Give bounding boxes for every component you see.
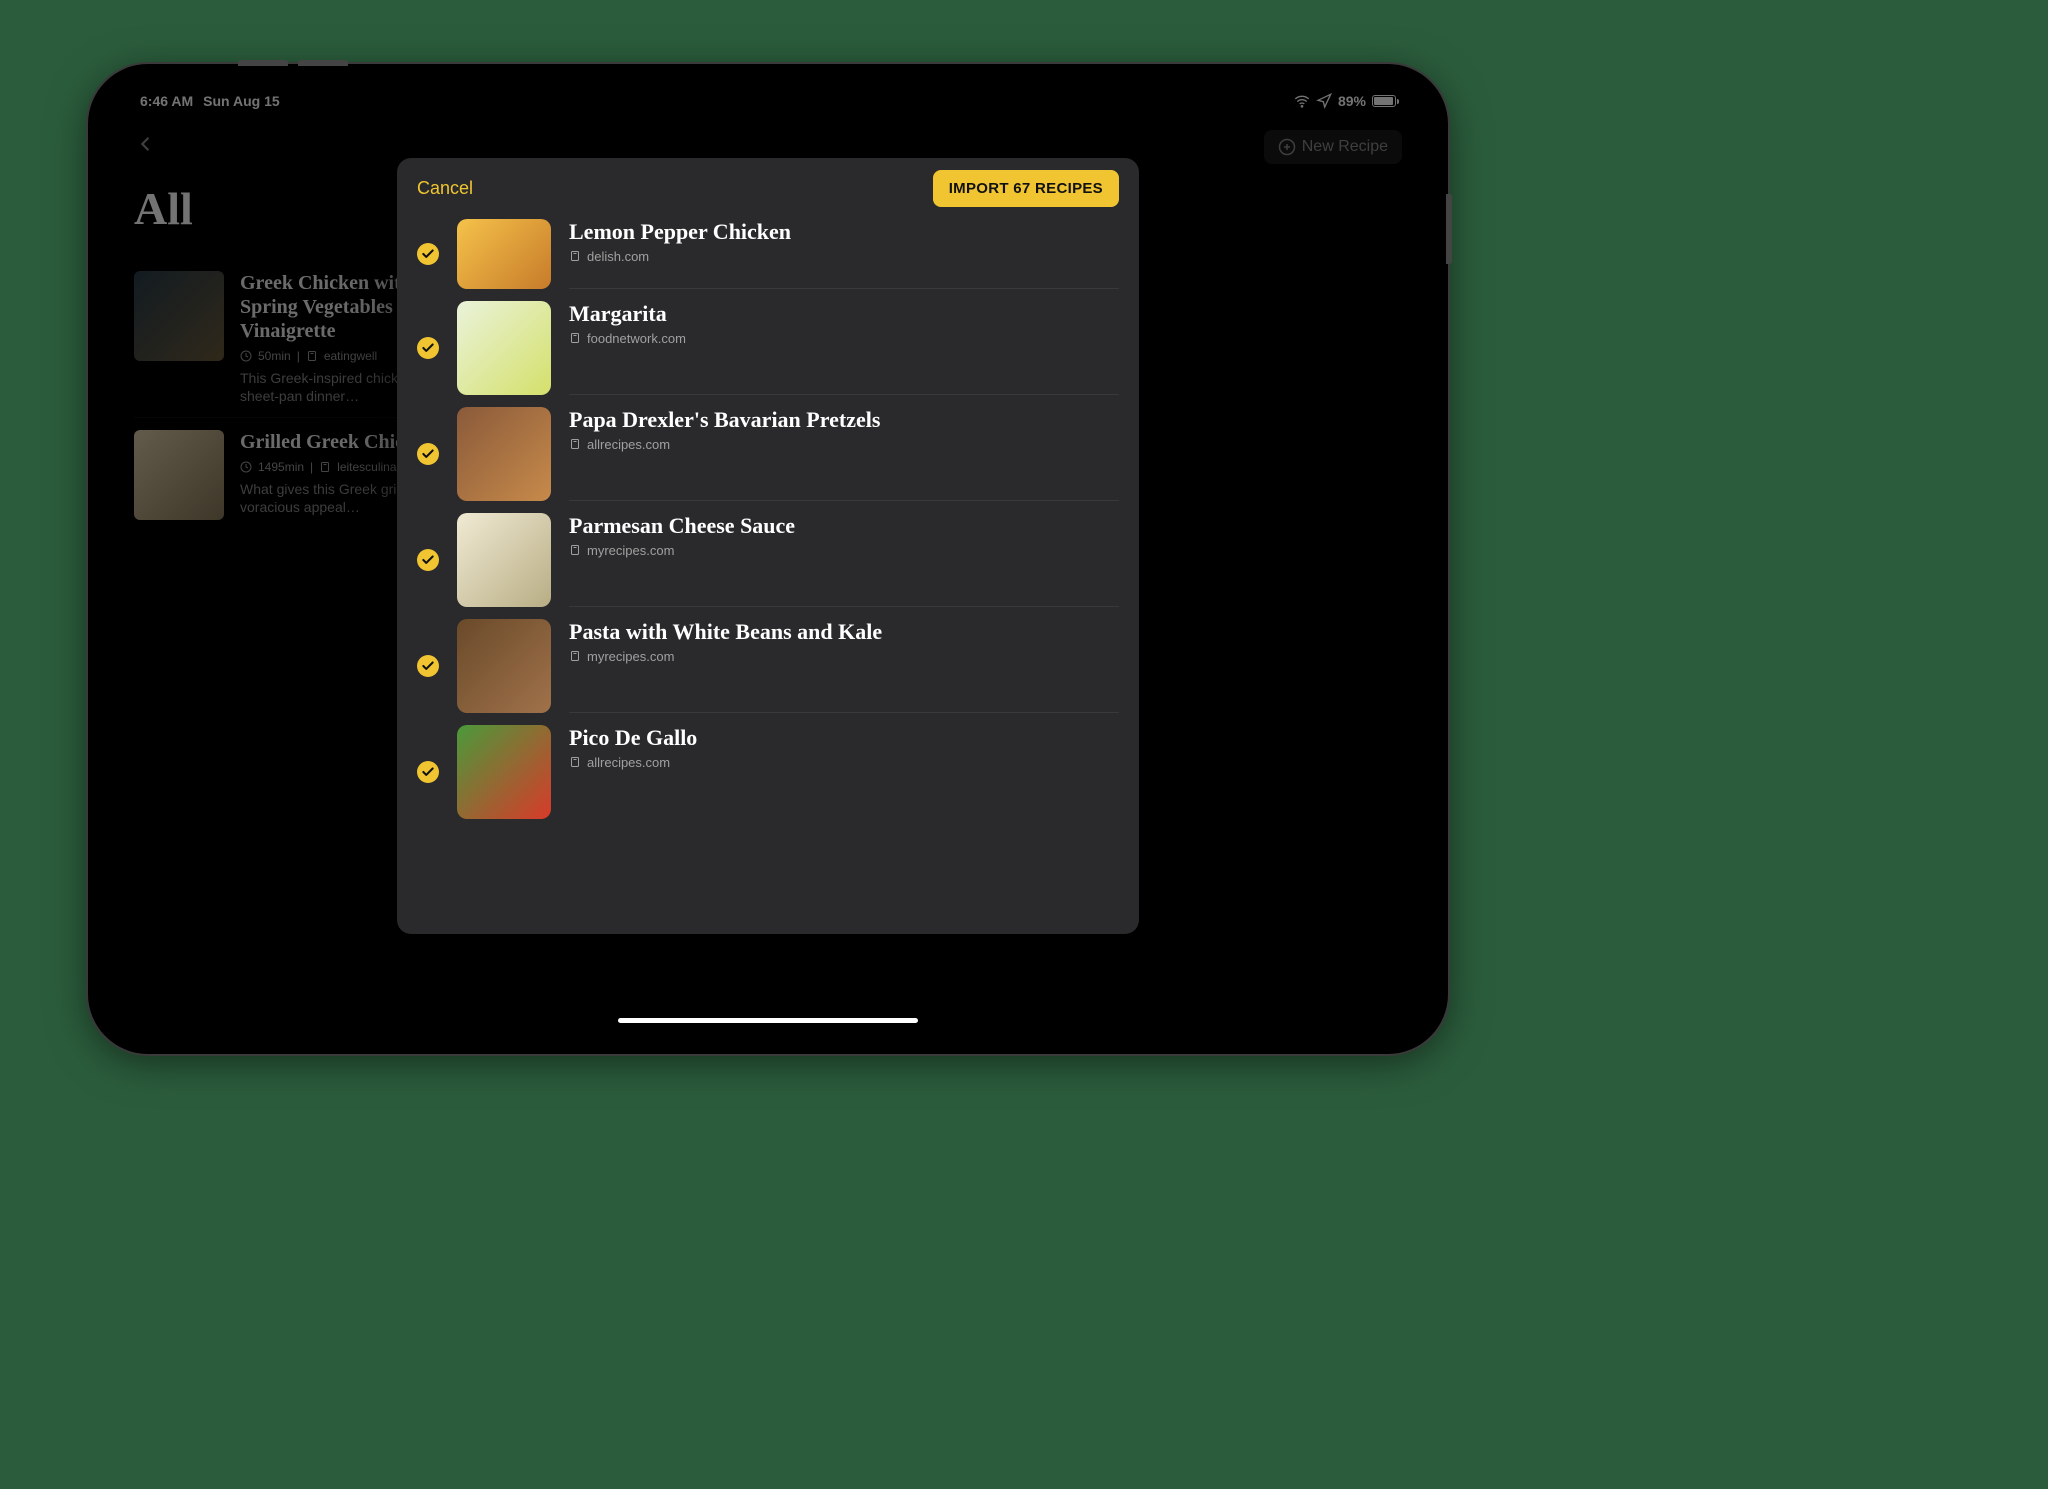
import-title: Parmesan Cheese Sauce: [569, 513, 1119, 539]
check-icon: [421, 341, 435, 355]
check-toggle[interactable]: [417, 443, 439, 465]
import-thumb: [457, 219, 551, 289]
import-thumb: [457, 301, 551, 395]
source-icon: [569, 332, 581, 344]
check-icon: [421, 659, 435, 673]
import-button[interactable]: IMPORT 67 RECIPES: [933, 170, 1119, 207]
source-icon: [569, 756, 581, 768]
import-item[interactable]: Papa Drexler's Bavarian Pretzels allreci…: [397, 401, 1139, 507]
import-source: foodnetwork.com: [587, 331, 686, 346]
import-title: Margarita: [569, 301, 1119, 327]
home-indicator[interactable]: [618, 1018, 918, 1023]
source-icon: [569, 438, 581, 450]
check-toggle[interactable]: [417, 243, 439, 265]
source-icon: [569, 544, 581, 556]
import-title: Lemon Pepper Chicken: [569, 219, 1119, 245]
volume-down-button: [298, 60, 348, 66]
power-button: [1446, 194, 1452, 264]
import-item[interactable]: Margarita foodnetwork.com: [397, 295, 1139, 401]
source-icon: [569, 650, 581, 662]
check-toggle[interactable]: [417, 761, 439, 783]
check-icon: [421, 765, 435, 779]
import-title: Papa Drexler's Bavarian Pretzels: [569, 407, 1119, 433]
import-thumb: [457, 407, 551, 501]
check-icon: [421, 247, 435, 261]
import-list[interactable]: Lemon Pepper Chicken delish.com Margarit…: [397, 219, 1139, 934]
import-modal: Cancel IMPORT 67 RECIPES Lemon Pepper Ch…: [397, 158, 1139, 934]
import-thumb: [457, 619, 551, 713]
check-icon: [421, 553, 435, 567]
import-title: Pasta with White Beans and Kale: [569, 619, 1119, 645]
import-thumb: [457, 725, 551, 819]
import-item[interactable]: Pasta with White Beans and Kale myrecipe…: [397, 613, 1139, 719]
check-toggle[interactable]: [417, 655, 439, 677]
import-item[interactable]: Lemon Pepper Chicken delish.com: [397, 219, 1139, 295]
screen: 6:46 AM Sun Aug 15 89% New Recipe All: [110, 86, 1426, 1032]
cancel-button[interactable]: Cancel: [417, 178, 473, 199]
check-icon: [421, 447, 435, 461]
import-title: Pico De Gallo: [569, 725, 1119, 751]
import-thumb: [457, 513, 551, 607]
check-toggle[interactable]: [417, 549, 439, 571]
import-source: myrecipes.com: [587, 543, 674, 558]
import-item[interactable]: Pico De Gallo allrecipes.com: [397, 719, 1139, 825]
import-source: delish.com: [587, 249, 649, 264]
ipad-frame: 6:46 AM Sun Aug 15 89% New Recipe All: [88, 64, 1448, 1054]
import-item[interactable]: Parmesan Cheese Sauce myrecipes.com: [397, 507, 1139, 613]
import-source: allrecipes.com: [587, 437, 670, 452]
import-source: myrecipes.com: [587, 649, 674, 664]
source-icon: [569, 250, 581, 262]
import-source: allrecipes.com: [587, 755, 670, 770]
volume-up-button: [238, 60, 288, 66]
check-toggle[interactable]: [417, 337, 439, 359]
